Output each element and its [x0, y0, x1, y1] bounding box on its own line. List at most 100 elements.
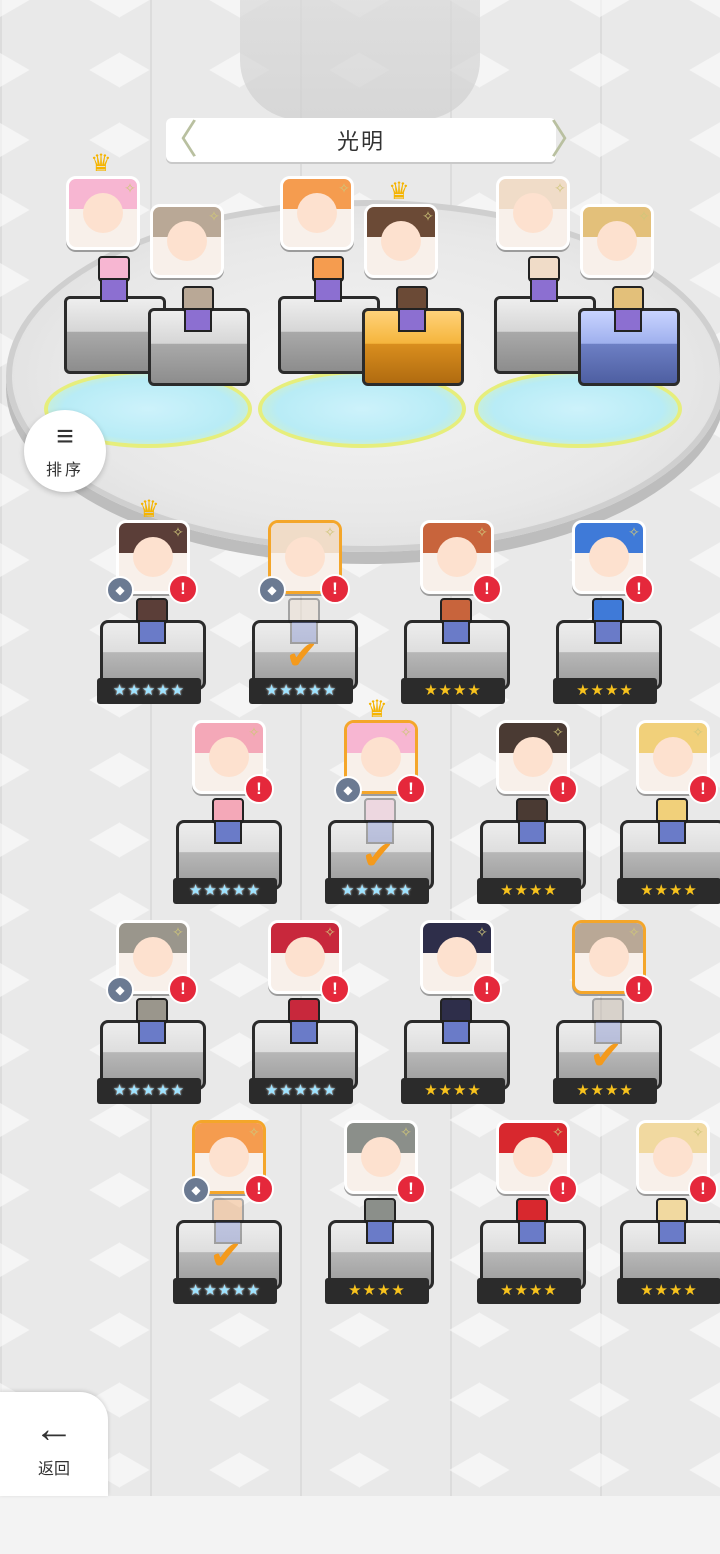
- sprite-body: [214, 820, 242, 844]
- sparkle-icon: ✧: [628, 524, 640, 540]
- sprite-body: [442, 1020, 470, 1044]
- alert-badge: !: [396, 1174, 426, 1204]
- portrait-face: [437, 537, 477, 577]
- alert-badge: !: [472, 974, 502, 1004]
- sprite-body: [614, 308, 642, 332]
- hero-sprite: [584, 598, 628, 644]
- sprite-body: [530, 278, 558, 302]
- sprite-body: [658, 1220, 686, 1244]
- star-rating: ★★★★★: [173, 878, 277, 904]
- portrait-face: [133, 537, 173, 577]
- hero-sprite: [174, 286, 218, 332]
- hero-sprite: [520, 256, 564, 302]
- sprite-body: [138, 1020, 166, 1044]
- alert-badge: !: [320, 974, 350, 1004]
- alert-badge: !: [244, 774, 274, 804]
- sprite-body: [658, 820, 686, 844]
- hero-sprite: [128, 598, 172, 644]
- sparkle-icon: ✧: [324, 524, 336, 540]
- star-rating: ★★★★: [477, 878, 581, 904]
- hero-sprite: [648, 798, 692, 844]
- sparkle-icon: ✧: [692, 1124, 704, 1140]
- alert-badge: !: [320, 574, 350, 604]
- check-icon: ✔: [361, 834, 395, 878]
- element-title: 光明: [336, 129, 385, 154]
- bottom-bar: [0, 1496, 720, 1554]
- portrait-face: [285, 537, 325, 577]
- alert-badge: !: [688, 774, 718, 804]
- star-rating: ★★★★★: [97, 678, 201, 704]
- sparkle-icon: ✧: [552, 724, 564, 740]
- sort-icon: ≡: [56, 420, 74, 453]
- alert-badge: !: [472, 574, 502, 604]
- alert-badge: !: [168, 974, 198, 1004]
- sprite-body: [184, 308, 212, 332]
- portrait-face: [513, 1137, 553, 1177]
- crown-icon: ♛: [138, 496, 160, 523]
- gem-icon: ◆: [106, 576, 134, 604]
- portrait-face: [653, 737, 693, 777]
- portrait-face: [513, 193, 553, 233]
- sparkle-icon: ✧: [172, 524, 184, 540]
- portrait-face: [209, 1137, 249, 1177]
- portrait-face: [589, 537, 629, 577]
- star-rating: ★★★★★: [97, 1078, 201, 1104]
- sprite-body: [138, 620, 166, 644]
- sparkle-icon: ✧: [124, 180, 136, 196]
- sort-label: 排序: [45, 462, 84, 479]
- sprite-body: [518, 1220, 546, 1244]
- sprite-body: [398, 308, 426, 332]
- gem-icon: ◆: [182, 1176, 210, 1204]
- sparkle-icon: ✧: [324, 924, 336, 940]
- sparkle-icon: ✧: [400, 1124, 412, 1140]
- sparkle-icon: ✧: [692, 724, 704, 740]
- hero-sprite: [648, 1198, 692, 1244]
- temple-backdrop: [240, 0, 480, 120]
- hero-sprite: [388, 286, 432, 332]
- banner-right-cap: 〉: [550, 118, 590, 162]
- portrait-face: [285, 937, 325, 977]
- sparkle-icon: ✧: [638, 208, 650, 224]
- portrait-face: [167, 221, 207, 261]
- star-rating: ★★★★: [553, 1078, 657, 1104]
- crown-icon: ♛: [388, 178, 410, 205]
- hero-sprite: [204, 798, 248, 844]
- sparkle-icon: ✧: [248, 1124, 260, 1140]
- portrait-face: [437, 937, 477, 977]
- sort-button[interactable]: ≡ 排序: [24, 410, 106, 492]
- alert-badge: !: [244, 1174, 274, 1204]
- crown-icon: ♛: [90, 150, 112, 177]
- hero-sprite: [128, 998, 172, 1044]
- star-rating: ★★★★: [553, 678, 657, 704]
- sparkle-icon: ✧: [338, 180, 350, 196]
- element-title-banner: 〈 光明 〉: [158, 118, 590, 162]
- sparkle-icon: ✧: [208, 208, 220, 224]
- back-button[interactable]: ← 返回: [0, 1392, 108, 1496]
- alert-badge: !: [688, 1174, 718, 1204]
- alert-badge: !: [396, 774, 426, 804]
- sparkle-icon: ✧: [172, 924, 184, 940]
- alert-badge: !: [624, 574, 654, 604]
- hero-sprite: [280, 998, 324, 1044]
- gem-icon: ◆: [258, 576, 286, 604]
- star-rating: ★★★★: [617, 1278, 720, 1304]
- sparkle-icon: ✧: [476, 924, 488, 940]
- sparkle-icon: ✧: [400, 724, 412, 740]
- alert-badge: !: [548, 774, 578, 804]
- sparkle-icon: ✧: [476, 524, 488, 540]
- star-rating: ★★★★: [401, 678, 505, 704]
- hero-sprite: [508, 1198, 552, 1244]
- sparkle-icon: ✧: [554, 180, 566, 196]
- portrait-face: [381, 221, 421, 261]
- sprite-body: [366, 1220, 394, 1244]
- hero-sprite: [508, 798, 552, 844]
- check-icon: ✔: [209, 1234, 243, 1278]
- check-icon: ✔: [589, 1034, 623, 1078]
- hero-sprite: [356, 1198, 400, 1244]
- star-rating: ★★★★★: [325, 878, 429, 904]
- star-rating: ★★★★★: [249, 678, 353, 704]
- star-rating: ★★★★: [477, 1278, 581, 1304]
- back-label: 返回: [37, 1461, 70, 1478]
- sparkle-icon: ✧: [422, 208, 434, 224]
- portrait-face: [513, 737, 553, 777]
